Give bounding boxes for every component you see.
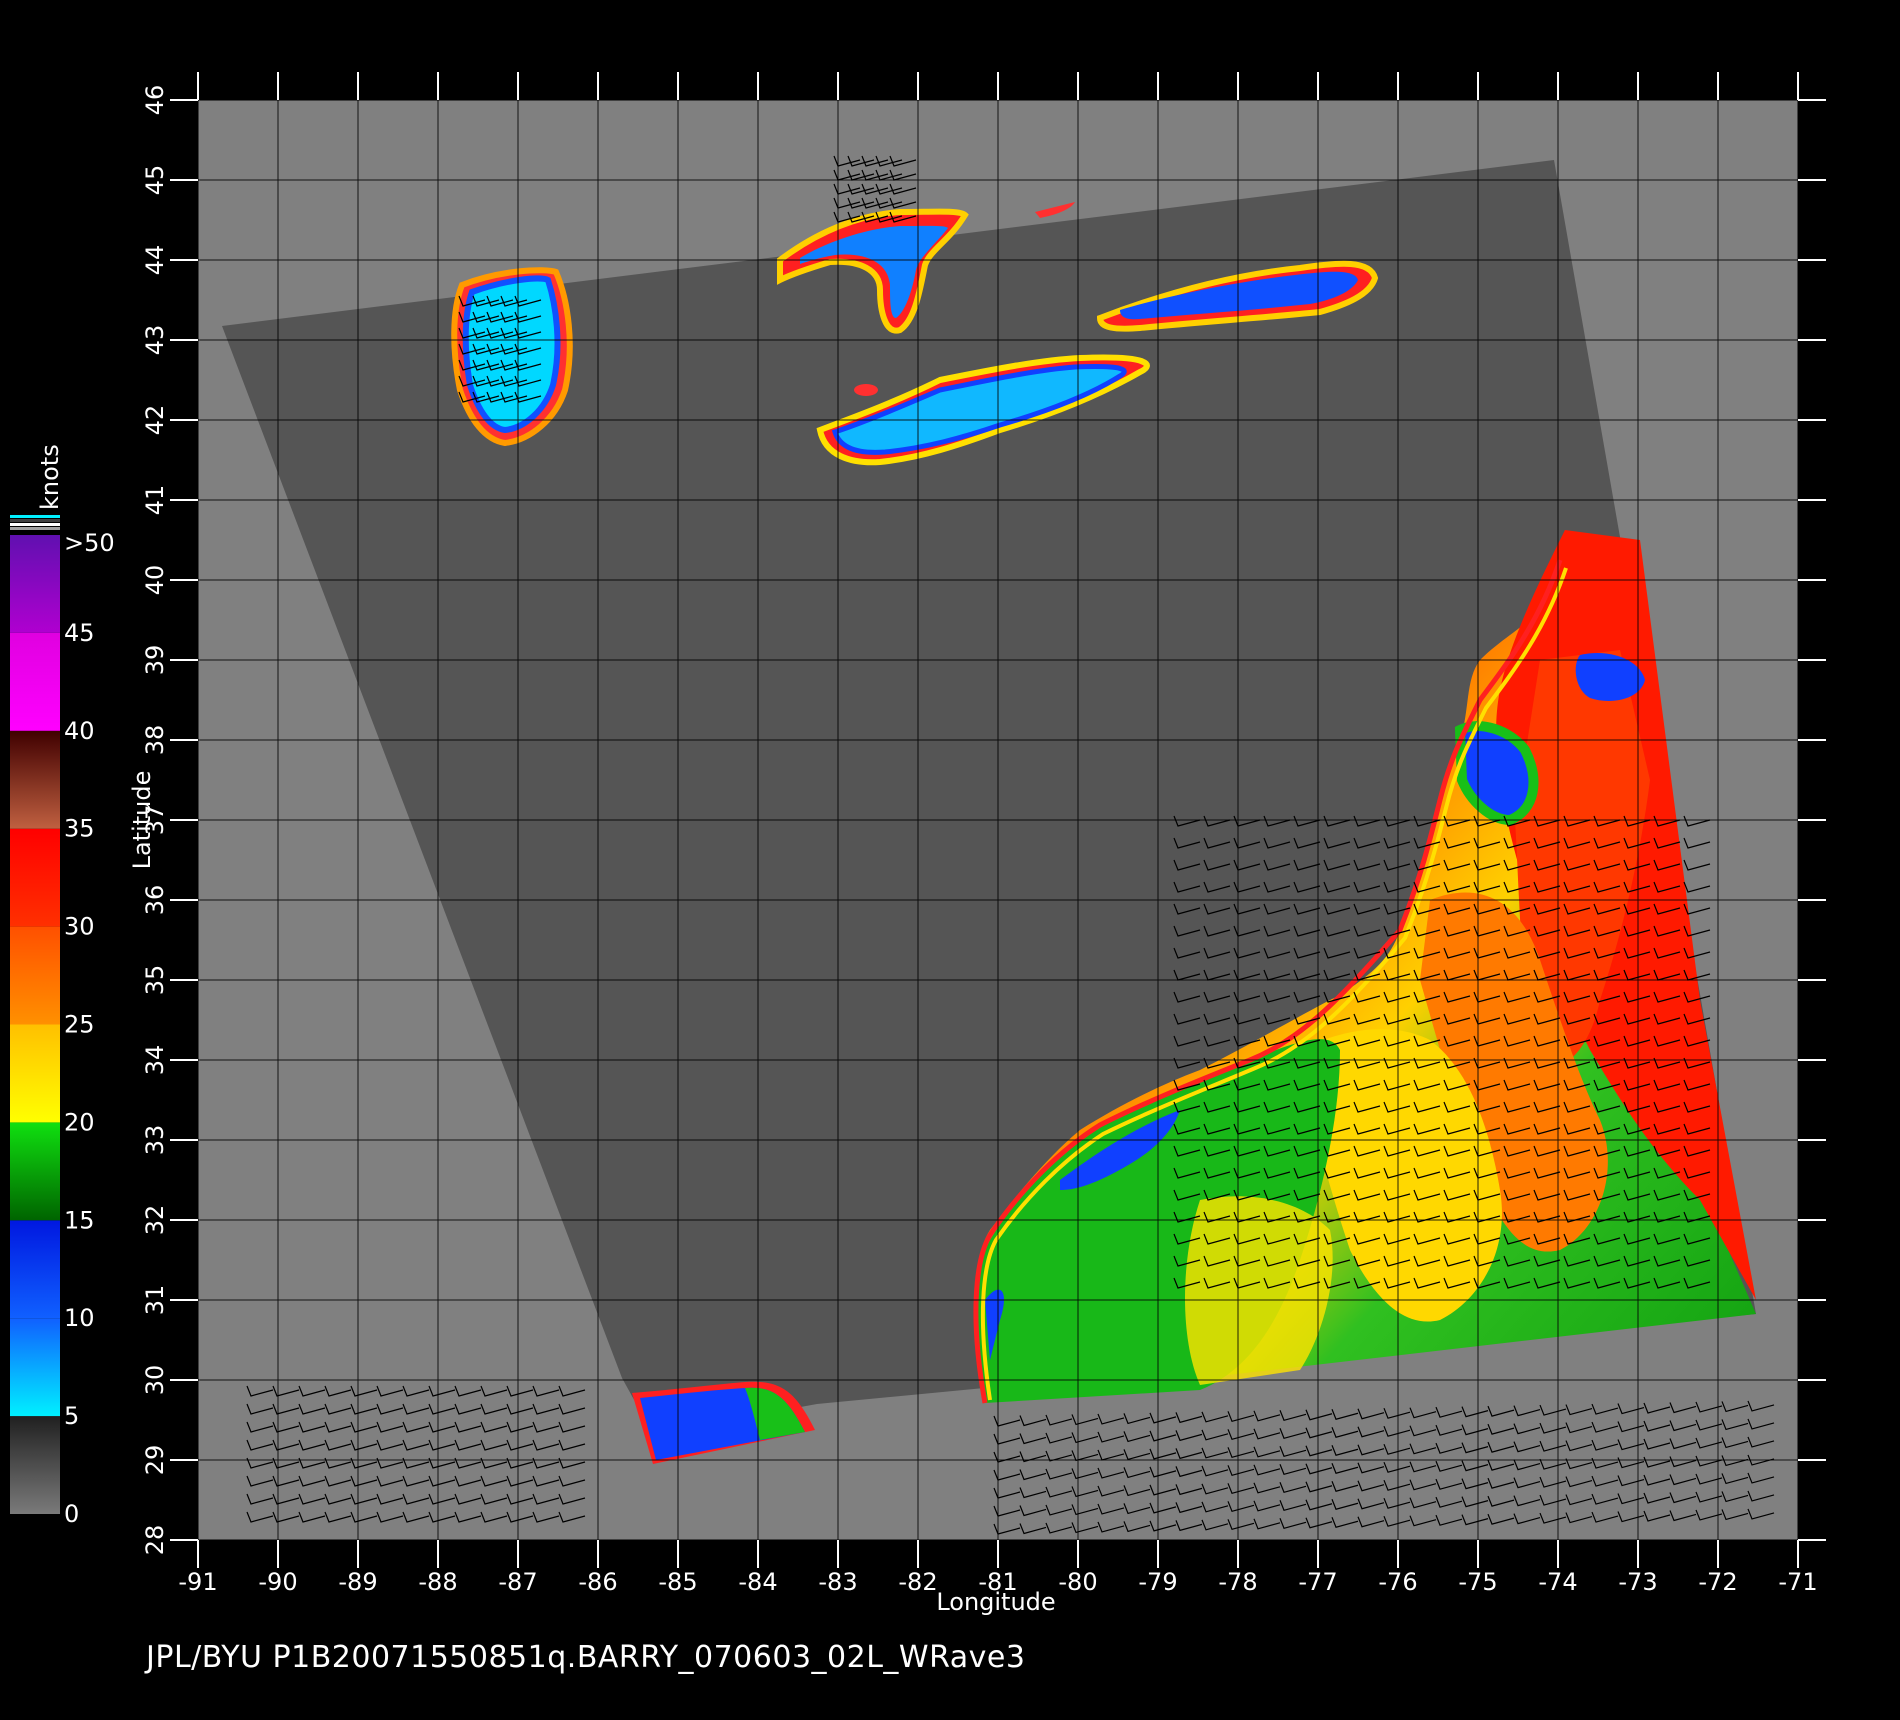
colorbar-title: knots: [36, 444, 64, 510]
product-caption: JPL/BYU P1B20071550851q.BARRY_070603_02L…: [146, 1640, 1026, 1675]
colorbar-segment: [10, 828, 60, 927]
lat-tick-label: 35: [141, 965, 169, 996]
lon-tick-label: -79: [1138, 1568, 1177, 1596]
lat-tick-label: 30: [141, 1365, 169, 1396]
colorbar-label: 0: [64, 1500, 79, 1528]
lon-tick-label: -88: [418, 1568, 457, 1596]
colorbar-segment: [10, 535, 60, 633]
lon-tick-label: -90: [258, 1568, 297, 1596]
lat-tick-label: 42: [141, 405, 169, 436]
colorbar-label: 30: [64, 913, 95, 941]
lat-tick-label: 39: [141, 645, 169, 676]
colorbar-label: 40: [64, 717, 95, 745]
colorbar-label: 45: [64, 619, 95, 647]
lon-tick-label: -82: [898, 1568, 937, 1596]
lat-tick-label: 41: [141, 485, 169, 516]
lon-tick-label: -75: [1458, 1568, 1497, 1596]
colorbar-label: 20: [64, 1108, 95, 1136]
lat-tick-label: 29: [141, 1445, 169, 1476]
lat-tick-label: 43: [141, 325, 169, 356]
lat-tick-label: 28: [141, 1525, 169, 1556]
lon-tick-label: -89: [338, 1568, 377, 1596]
lon-tick-label: -83: [818, 1568, 857, 1596]
lat-tick-label: 31: [141, 1285, 169, 1316]
colorbar-segment: [10, 632, 60, 731]
lon-tick-label: -91: [178, 1568, 217, 1596]
lat-tick-label: 34: [141, 1045, 169, 1076]
colorbar-label: >50: [64, 529, 115, 557]
lon-tick-label: -71: [1778, 1568, 1817, 1596]
colorbar-label: 35: [64, 815, 95, 843]
lat-tick-label: 46: [141, 85, 169, 116]
lon-tick-label: -74: [1538, 1568, 1577, 1596]
colorbar-segment: [10, 730, 60, 829]
lat-tick-label: 33: [141, 1125, 169, 1156]
lat-tick-label: 40: [141, 565, 169, 596]
colorbar-label: 15: [64, 1206, 95, 1234]
y-axis-title: Latitude: [128, 771, 156, 870]
lon-tick-label: -87: [498, 1568, 537, 1596]
colorbar-label: 10: [64, 1304, 95, 1332]
lon-tick-label: -73: [1618, 1568, 1657, 1596]
x-axis-title: Longitude: [936, 1588, 1055, 1616]
lat-tick-label: 44: [141, 245, 169, 276]
lat-tick-label: 32: [141, 1205, 169, 1236]
colorbar-segment: [10, 1416, 60, 1514]
lat-tick-label: 36: [141, 885, 169, 916]
lon-tick-label: -76: [1378, 1568, 1417, 1596]
lon-tick-label: -78: [1218, 1568, 1257, 1596]
lon-tick-label: -77: [1298, 1568, 1337, 1596]
colorbar-segment: [10, 1122, 60, 1221]
colorbar-segment: [10, 1220, 60, 1319]
lon-tick-label: -85: [658, 1568, 697, 1596]
lon-tick-label: -84: [738, 1568, 777, 1596]
colorbar-segment: [10, 926, 60, 1025]
lon-tick-label: -80: [1058, 1568, 1097, 1596]
wind-speed-colorbar: 0 5 10 15 20 25 30 35 40 45 >50: [10, 515, 115, 1528]
lat-tick-label: 38: [141, 725, 169, 756]
wind-map: -91 -90 -89 -88 -87 -86 -85 -84 -83 -82 -81 -80 -79-…: [10, 72, 1826, 1616]
lon-tick-label: -72: [1698, 1568, 1737, 1596]
lon-tick-label: -86: [578, 1568, 617, 1596]
colorbar-segment: [10, 1318, 60, 1417]
lat-tick-label: 45: [141, 165, 169, 196]
colorbar-segment: [10, 1024, 60, 1123]
colorbar-label: 5: [64, 1402, 79, 1430]
colorbar-label: 25: [64, 1011, 95, 1039]
